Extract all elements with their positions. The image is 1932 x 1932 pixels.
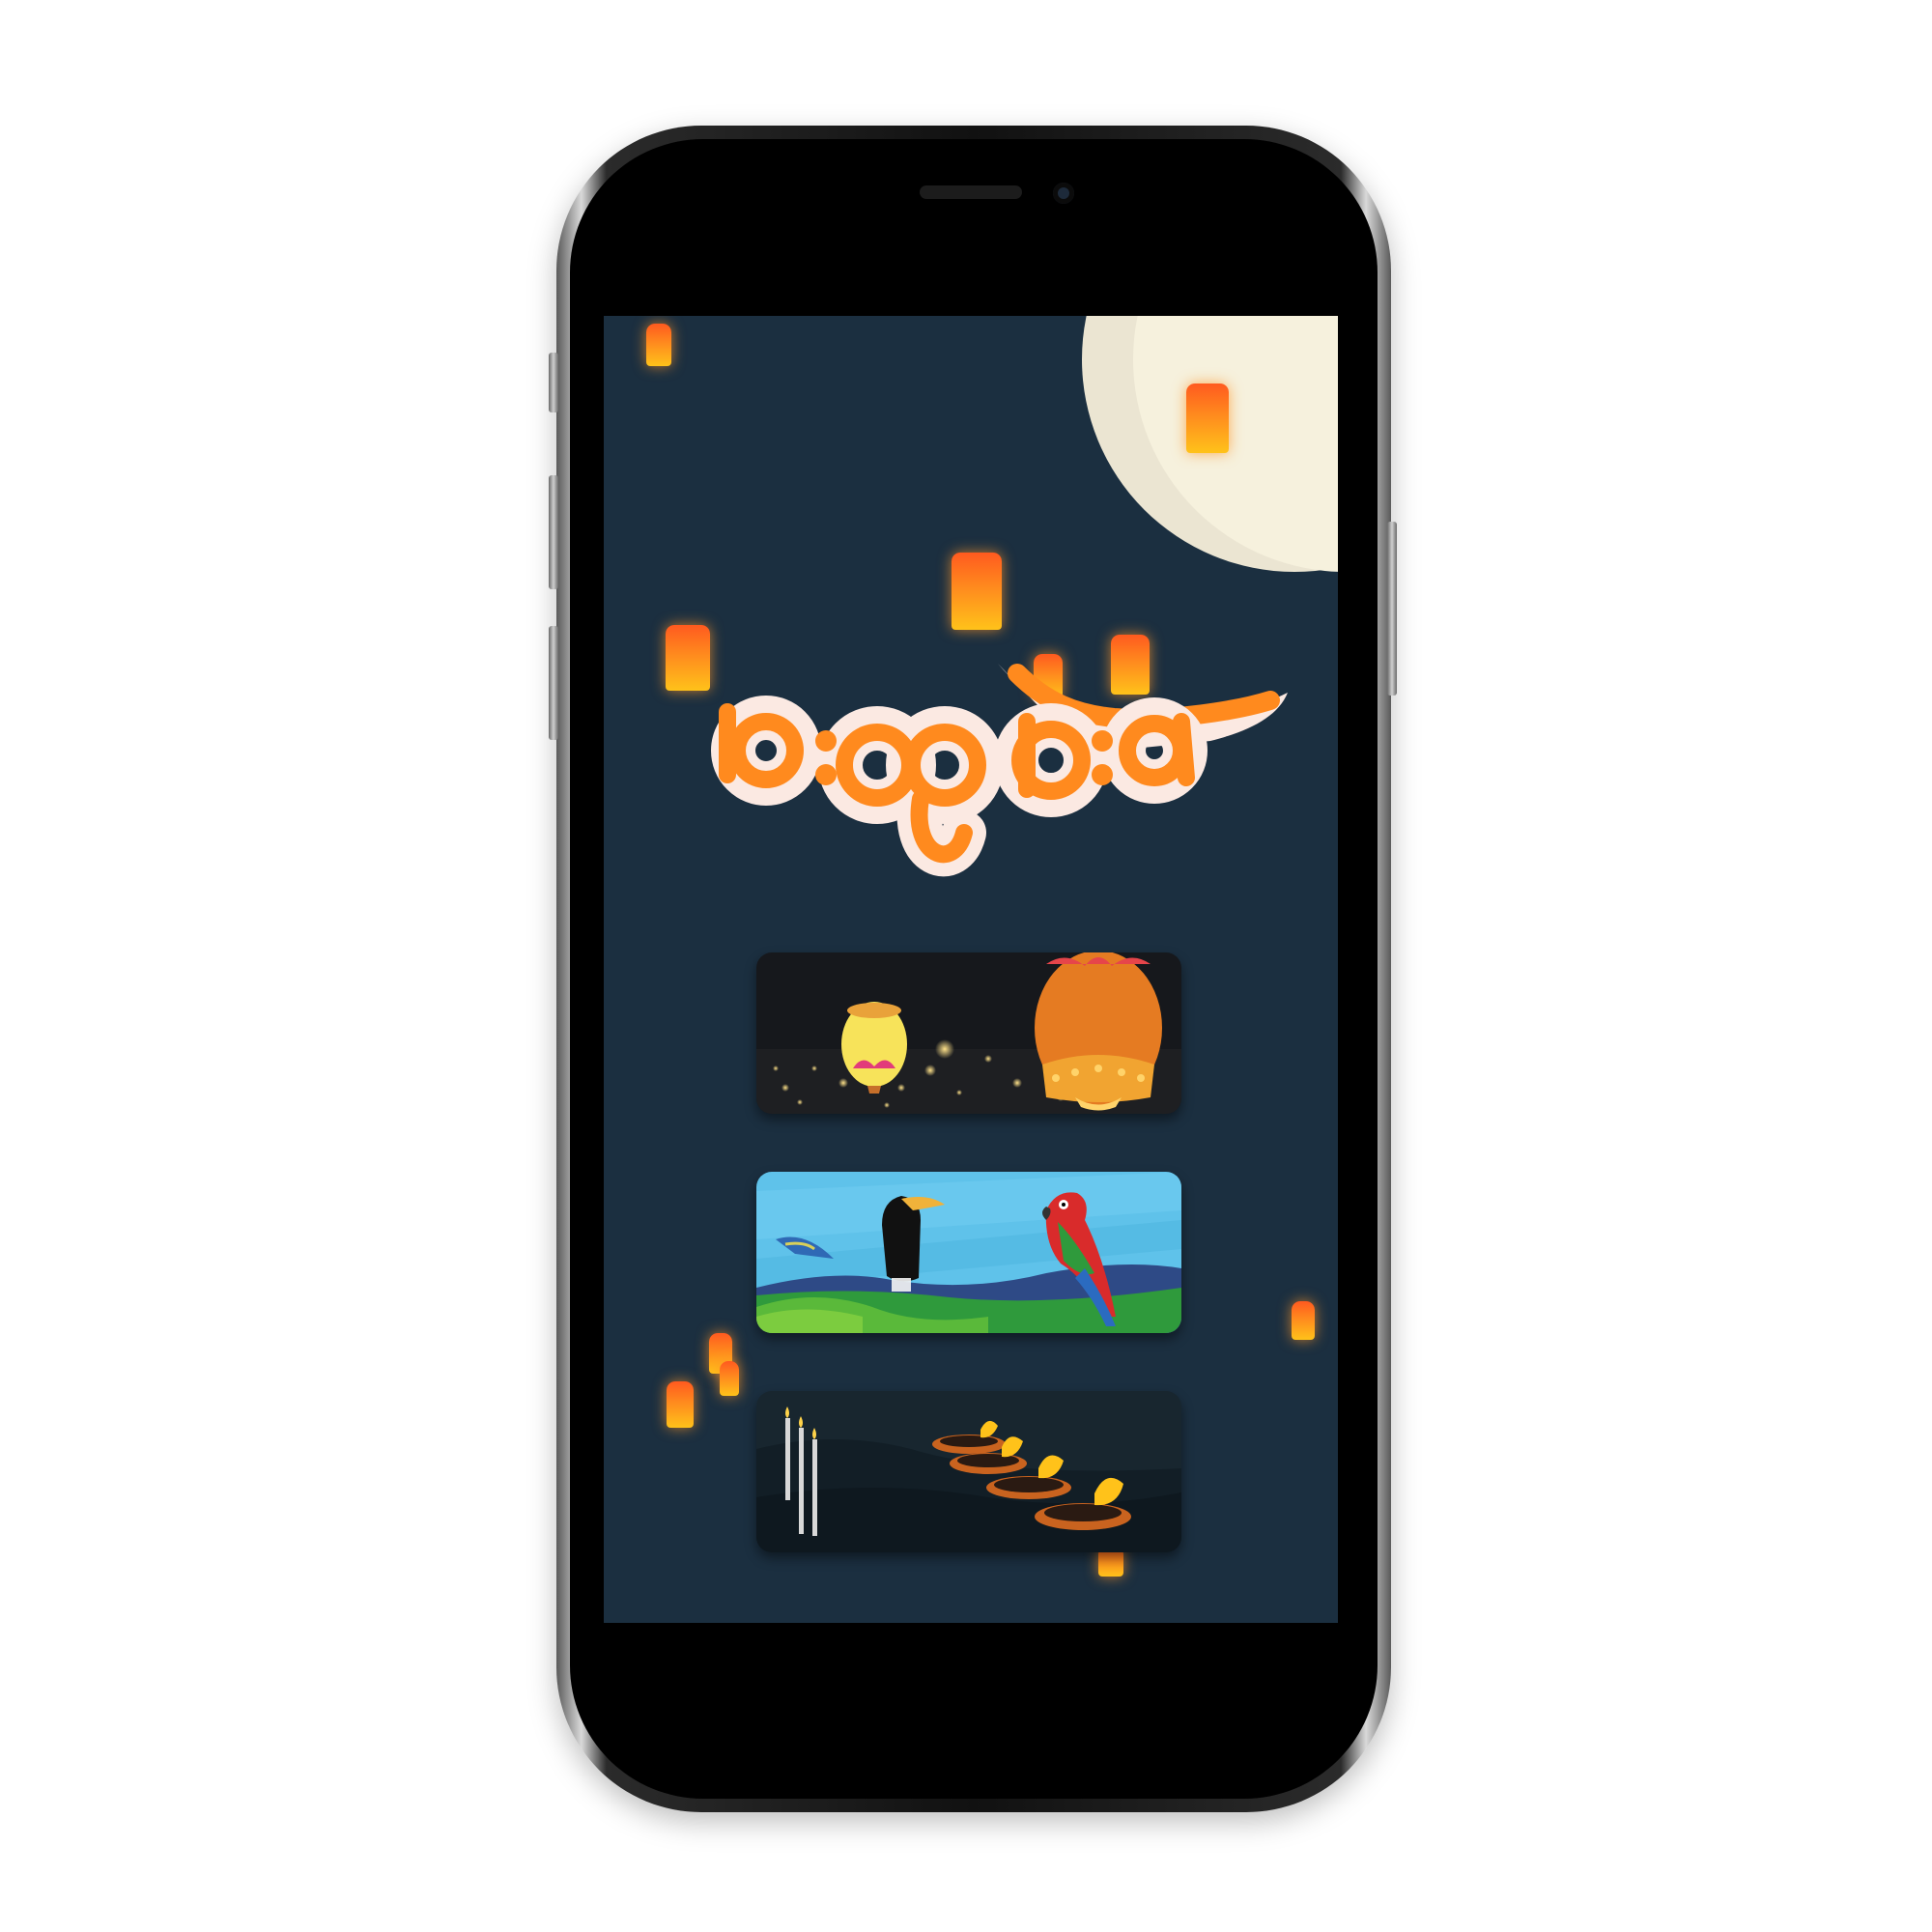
sky-lantern-icon	[646, 324, 671, 366]
power-button	[1387, 522, 1397, 696]
menu-banner-birds[interactable]	[756, 1172, 1181, 1333]
sky-lantern-icon	[720, 1361, 739, 1396]
volume-down-button	[549, 626, 558, 740]
app-screen	[604, 316, 1338, 1623]
birds-landscape-banner	[756, 1172, 1181, 1333]
title-lettering-art	[711, 664, 1288, 877]
sky-lantern-icon	[666, 625, 710, 691]
silent-switch	[549, 353, 558, 412]
sky-lantern-icon	[1292, 1301, 1315, 1340]
earpiece-speaker	[920, 185, 1022, 199]
volume-up-button	[549, 475, 558, 589]
sky-lantern-banner	[756, 952, 1181, 1114]
menu-banner-lanterns[interactable]	[756, 952, 1181, 1114]
oil-lamps-candles-banner	[756, 1391, 1181, 1552]
menu-banner-candles[interactable]	[756, 1391, 1181, 1552]
app-title-logo	[708, 606, 1288, 895]
sky-lantern-icon	[667, 1381, 694, 1428]
sky-lantern-icon	[1186, 384, 1229, 453]
front-camera-icon	[1053, 183, 1074, 204]
moon-highlight	[1133, 316, 1338, 572]
